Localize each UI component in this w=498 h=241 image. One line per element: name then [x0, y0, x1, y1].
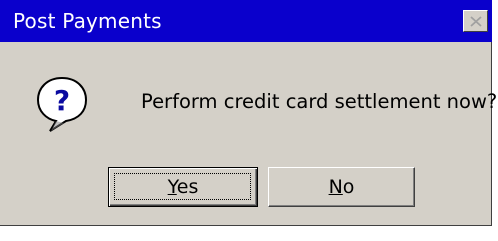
question-icon: ?: [36, 76, 88, 132]
window-title: Post Payments: [13, 9, 162, 33]
no-button[interactable]: No: [268, 167, 415, 207]
post-payments-dialog: Post Payments ? Perform credit card sett…: [0, 0, 497, 226]
no-button-label: No: [328, 176, 355, 198]
dialog-message: Perform credit card settlement now?: [141, 90, 498, 113]
close-button[interactable]: [463, 10, 488, 32]
focus-indicator: [114, 173, 251, 200]
svg-text:?: ?: [54, 84, 70, 117]
title-bar[interactable]: Post Payments: [0, 0, 492, 42]
yes-button[interactable]: Yes: [108, 167, 258, 207]
close-icon: [469, 15, 482, 27]
